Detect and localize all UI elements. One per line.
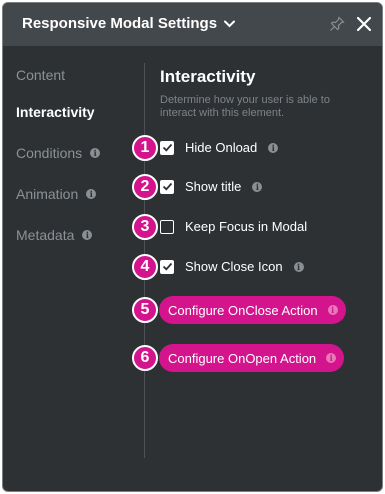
title-dropdown[interactable]: Responsive Modal Settings <box>22 15 236 32</box>
info-icon[interactable]: i <box>252 181 263 192</box>
option-keep-focus: Keep Focus in Modal <box>160 219 307 234</box>
modal-settings-panel: Responsive Modal Settings Content Intera… <box>2 2 383 492</box>
info-icon[interactable]: i <box>90 148 101 158</box>
checkmark-icon <box>162 262 172 271</box>
step-badge-2: 2 <box>132 174 158 200</box>
sidebar-item-conditions[interactable]: Conditions i <box>16 145 101 161</box>
sidebar-item-content[interactable]: Content <box>16 67 65 83</box>
panel-header: Responsive Modal Settings <box>3 3 382 46</box>
sidebar-item-interactivity[interactable]: Interactivity <box>16 104 95 120</box>
option-hide-onload: Hide Onload i <box>160 140 279 155</box>
option-label: Show title <box>185 179 242 194</box>
sidebar-item-animation[interactable]: Animation i <box>16 186 97 202</box>
checkmark-icon <box>162 182 172 191</box>
close-icon[interactable] <box>355 15 373 33</box>
option-show-close-icon: Show Close Icon i <box>160 259 304 274</box>
step-badge-3: 3 <box>132 214 158 240</box>
info-icon[interactable]: i <box>82 230 93 240</box>
info-icon[interactable]: i <box>86 189 97 199</box>
sidebar-item-metadata[interactable]: Metadata i <box>16 227 93 243</box>
show-close-icon-checkbox[interactable] <box>160 259 174 274</box>
chevron-down-icon <box>224 20 236 27</box>
button-label: Configure OnOpen Action <box>168 350 317 366</box>
section-title: Interactivity <box>160 67 256 86</box>
info-icon[interactable]: i <box>327 305 338 315</box>
sidebar-item-label: Conditions <box>16 145 83 161</box>
info-icon[interactable]: i <box>268 142 279 153</box>
show-title-checkbox[interactable] <box>160 179 174 194</box>
button-label: Configure OnClose Action <box>168 302 318 318</box>
section-description: Determine how your user is able to inter… <box>160 94 330 119</box>
sidebar-item-label: Metadata <box>16 227 75 243</box>
pin-icon[interactable] <box>329 16 345 32</box>
info-icon[interactable]: i <box>326 353 337 363</box>
sidebar-item-label: Interactivity <box>16 104 95 120</box>
panel-title: Responsive Modal Settings <box>22 15 218 32</box>
configure-onclose-button[interactable]: Configure OnClose Action i <box>159 296 346 324</box>
checkmark-icon <box>162 143 172 152</box>
step-badge-6: 6 <box>132 345 158 371</box>
option-label: Keep Focus in Modal <box>185 219 308 234</box>
keep-focus-checkbox[interactable] <box>160 219 174 234</box>
step-badge-5: 5 <box>132 297 158 323</box>
option-label: Hide Onload <box>185 140 258 155</box>
info-icon[interactable]: i <box>293 261 304 272</box>
hide-onload-checkbox[interactable] <box>160 140 174 155</box>
configure-onopen-button[interactable]: Configure OnOpen Action i <box>159 344 345 372</box>
sidebar-item-label: Content <box>16 67 66 83</box>
step-badge-1: 1 <box>132 135 158 161</box>
sidebar-item-label: Animation <box>16 186 79 202</box>
option-label: Show Close Icon <box>185 259 283 274</box>
step-badge-4: 4 <box>132 254 158 280</box>
option-show-title: Show title i <box>160 179 263 194</box>
